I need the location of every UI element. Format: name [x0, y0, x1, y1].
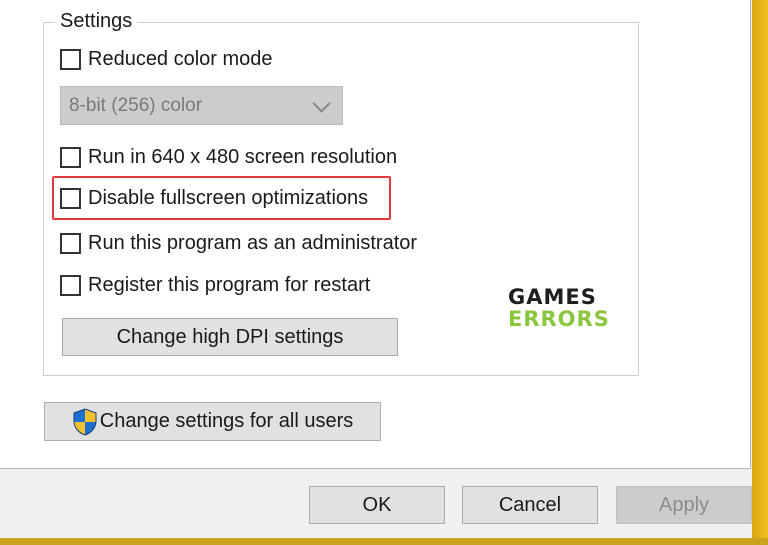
window-edge-right [752, 0, 768, 545]
register-for-restart-checkbox[interactable] [60, 274, 81, 296]
disable-fullscreen-optimizations-checkbox[interactable] [60, 187, 81, 209]
change-high-dpi-settings-button[interactable]: Change high DPI settings [62, 318, 398, 356]
run-640x480-label: Run in 640 x 480 screen resolution [88, 145, 398, 168]
run-640x480-checkbox[interactable] [60, 146, 81, 168]
window-edge-bottom [0, 538, 768, 545]
reduced-color-mode-option[interactable]: Reduced color mode [60, 46, 273, 72]
cancel-label: Cancel [498, 493, 562, 516]
uac-shield-icon [73, 407, 97, 436]
run-as-administrator-option[interactable]: Run this program as an administrator [60, 230, 417, 256]
disable-fullscreen-optimizations-option[interactable]: Disable fullscreen optimizations [60, 185, 368, 211]
watermark-line2: ERRORS [508, 307, 610, 331]
watermark-line1: GAMES [508, 285, 597, 309]
color-depth-select[interactable]: 8-bit (256) color [60, 86, 343, 125]
change-settings-all-users-button[interactable]: Change settings for all users [44, 402, 381, 441]
reduced-color-mode-label: Reduced color mode [88, 47, 273, 70]
run-640x480-option[interactable]: Run in 640 x 480 screen resolution [60, 144, 397, 170]
register-for-restart-option[interactable]: Register this program for restart [60, 272, 370, 298]
reduced-color-mode-checkbox[interactable] [60, 48, 81, 70]
run-as-administrator-checkbox[interactable] [60, 232, 81, 254]
change-settings-all-users-label: Change settings for all users [99, 410, 354, 432]
games-errors-watermark: GAMES ERRORS [508, 286, 610, 330]
cancel-button[interactable]: Cancel [462, 486, 598, 524]
chevron-down-icon [312, 94, 331, 113]
settings-group-title: Settings [55, 10, 138, 33]
disable-fullscreen-optimizations-label: Disable fullscreen optimizations [88, 186, 369, 209]
change-high-dpi-settings-label: Change high DPI settings [116, 325, 344, 348]
color-depth-value: 8-bit (256) color [69, 94, 203, 116]
ok-label: OK [362, 493, 392, 516]
apply-label: Apply [658, 493, 710, 516]
ok-button[interactable]: OK [309, 486, 445, 524]
apply-button[interactable]: Apply [616, 486, 752, 524]
register-for-restart-label: Register this program for restart [88, 273, 371, 296]
run-as-administrator-label: Run this program as an administrator [88, 231, 418, 254]
